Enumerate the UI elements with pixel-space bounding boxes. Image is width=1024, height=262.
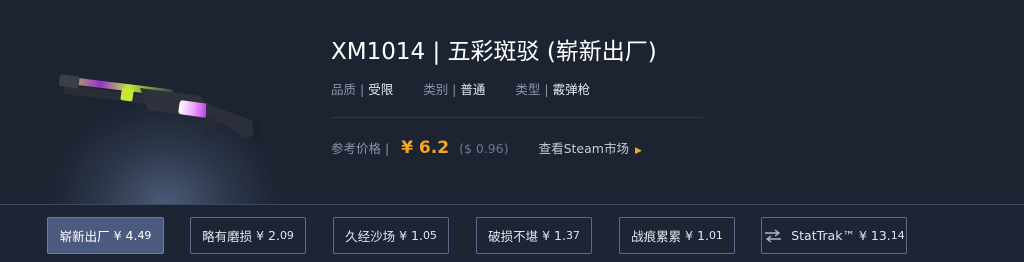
wear-name: 久经沙场 bbox=[345, 229, 396, 244]
wear-button-stattrak[interactable]: StatTrak™ ¥ 13. 14 bbox=[761, 217, 907, 254]
wear-button-factory-new[interactable]: 崭新出厂 ¥ 4. 49 bbox=[47, 217, 164, 254]
property-value: 霰弹枪 bbox=[552, 82, 591, 97]
steam-market-link[interactable]: 查看Steam市场 ▶ bbox=[539, 138, 642, 157]
property-type: 类型 | 霰弹枪 bbox=[515, 79, 590, 98]
wear-name: 略有磨损 bbox=[202, 229, 253, 244]
wear-price: ¥ 4. bbox=[113, 228, 138, 243]
property-label: 类别 | bbox=[423, 82, 457, 97]
property-value: 受限 bbox=[368, 82, 394, 97]
wear-button-field-tested[interactable]: 久经沙场 ¥ 1. 05 bbox=[333, 217, 449, 254]
property-quality: 品质 | 受限 bbox=[331, 79, 393, 98]
wear-button-minimal-wear[interactable]: 略有磨损 ¥ 2. 09 bbox=[190, 217, 306, 254]
wear-price: ¥ 1. bbox=[542, 228, 566, 243]
wear-price-decimal: 37 bbox=[565, 229, 580, 242]
wear-button-well-worn[interactable]: 破损不堪 ¥ 1. 37 bbox=[476, 217, 592, 254]
price-label: 参考价格 | bbox=[331, 141, 390, 156]
wear-price-decimal: 49 bbox=[137, 229, 152, 242]
wear-price: ¥ 1. bbox=[399, 228, 423, 243]
price-usd: ($ 0.96) bbox=[459, 141, 509, 156]
wear-price: ¥ 2. bbox=[256, 228, 280, 243]
price-cny: ¥ 6.2 bbox=[401, 138, 450, 158]
property-value: 普通 bbox=[460, 82, 486, 97]
wear-name: 战痕累累 bbox=[631, 229, 682, 244]
shotgun-image bbox=[58, 74, 262, 140]
price-row: 参考价格 | ¥ 6.2 ($ 0.96) 查看Steam市场 ▶ bbox=[331, 138, 642, 158]
property-category: 类别 | 普通 bbox=[423, 79, 485, 98]
item-image bbox=[30, 18, 300, 204]
chevron-right-icon: ▶ bbox=[634, 146, 642, 156]
wear-price-decimal: 01 bbox=[708, 229, 723, 242]
wear-price-decimal: 05 bbox=[422, 229, 437, 242]
wear-price-decimal: 14 bbox=[890, 229, 905, 242]
wear-selector-bar: 崭新出厂 ¥ 4. 49 略有磨损 ¥ 2. 09 久经沙场 ¥ 1. 05 破损不堪… bbox=[0, 204, 1024, 262]
property-label: 品质 | bbox=[331, 82, 365, 97]
wear-name: StatTrak™ bbox=[791, 228, 855, 243]
item-properties: 品质 | 受限 类别 | 普通 类型 | 霰弹枪 bbox=[331, 79, 616, 98]
wear-price: ¥ 13. bbox=[858, 228, 891, 243]
property-label: 类型 | bbox=[515, 82, 549, 97]
wear-price-decimal: 09 bbox=[279, 229, 294, 242]
steam-market-link-label: 查看Steam市场 bbox=[538, 141, 629, 156]
wear-price: ¥ 1. bbox=[685, 228, 709, 243]
item-title: XM1014 | 五彩斑驳 (崭新出厂) bbox=[331, 39, 657, 65]
divider bbox=[331, 117, 703, 118]
wear-name: 崭新出厂 bbox=[59, 229, 110, 244]
item-header-panel: XM1014 | 五彩斑驳 (崭新出厂) 品质 | 受限 类别 | 普通 类型 | 霰… bbox=[0, 0, 1024, 204]
wear-name: 破损不堪 bbox=[488, 229, 539, 244]
swap-arrows-icon bbox=[763, 228, 783, 243]
wear-button-battle-scarred[interactable]: 战痕累累 ¥ 1. 01 bbox=[619, 217, 735, 254]
